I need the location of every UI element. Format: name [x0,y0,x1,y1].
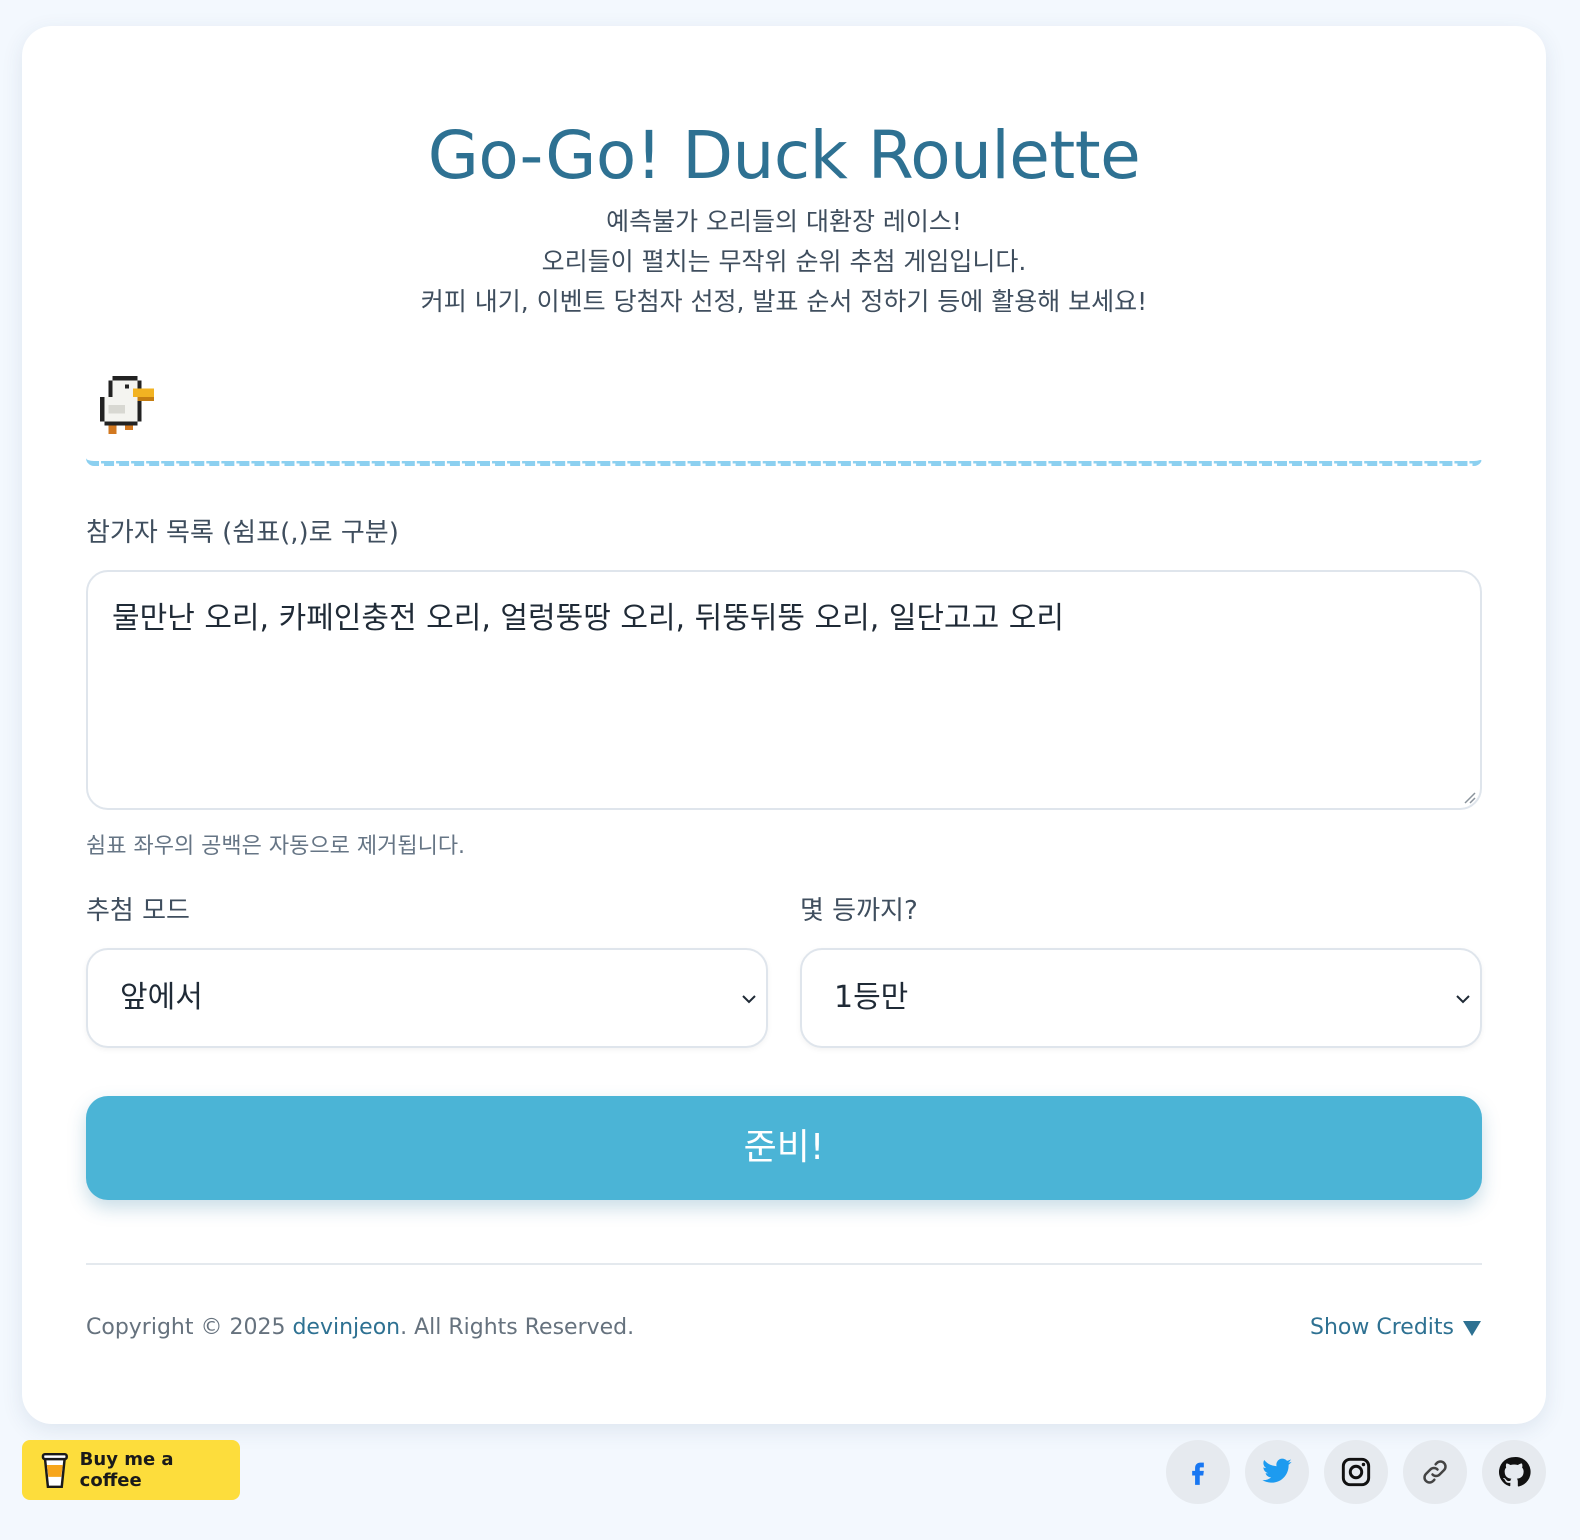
facebook-icon [1192,1462,1204,1485]
triangle-down-icon [1463,1321,1481,1336]
buy-me-a-coffee-button[interactable]: Buy me a coffee [22,1440,240,1500]
participants-value: 물만난 오리, 카페인충전 오리, 얼렁뚱땅 오리, 뒤뚱뒤뚱 오리, 일단고고… [112,601,1064,636]
facebook-button[interactable] [1166,1440,1230,1504]
github-icon [1498,1457,1531,1487]
instagram-button[interactable] [1324,1440,1388,1504]
participants-hint: 쉼표 좌우의 공백은 자동으로 제거됩니다. [86,834,466,859]
show-credits-label: Show Credits [1310,1315,1454,1340]
rank-selected-value: 1등만 [834,980,909,1015]
link-button[interactable] [1403,1440,1467,1504]
chevron-down-icon [1456,995,1470,1004]
subtitle-line: 커피 내기, 이벤트 당첨자 선정, 발표 순서 정하기 등에 활용해 보세요! [420,287,1148,316]
mode-label: 추첨 모드 [86,896,190,926]
twitter-icon [1262,1458,1292,1483]
rank-select[interactable]: 1등만 [800,948,1482,1048]
copyright-suffix: . All Rights Reserved. [400,1315,635,1340]
subtitle-line: 오리들이 펼치는 무작위 순위 추첨 게임입니다. [541,247,1027,276]
page-title: Go-Go! Duck Roulette [427,117,1141,194]
mode-select[interactable]: 앞에서 [86,948,768,1048]
instagram-icon [1341,1457,1371,1487]
race-track [86,458,1482,466]
ready-button[interactable]: 준비! [86,1096,1482,1200]
coffee-cup-icon [41,1452,68,1489]
twitter-button[interactable] [1245,1440,1309,1504]
link-icon [1423,1460,1447,1484]
participants-label: 참가자 목록 (쉼표(,)로 구분) [86,518,399,548]
author-link[interactable]: devinjeon [292,1315,400,1340]
mode-selected-value: 앞에서 [120,980,203,1015]
subtitle-line: 예측불가 오리들의 대환장 레이스! [606,207,962,236]
copyright: Copyright © 2025 devinjeon. All Rights R… [86,1312,634,1344]
buy-me-a-coffee-label: Buy me a coffee [79,1449,174,1491]
github-button[interactable] [1482,1440,1546,1504]
participants-textarea[interactable]: 물만난 오리, 카페인충전 오리, 얼렁뚱땅 오리, 뒤뚱뒤뚱 오리, 일단고고… [86,570,1482,810]
rank-label: 몇 등까지? [800,896,918,926]
copyright-prefix: Copyright © 2025 [86,1315,293,1340]
show-credits-button[interactable]: Show Credits [1310,1312,1482,1344]
main-card: Go-Go! Duck Roulette 예측불가 오리들의 대환장 레이스! … [22,26,1546,1424]
chevron-down-icon [742,995,756,1004]
resize-handle-icon[interactable] [1462,790,1476,804]
duck-icon [100,376,154,434]
divider [86,1263,1482,1265]
page-subtitle: 예측불가 오리들의 대환장 레이스! 오리들이 펼치는 무작위 순위 추첨 게임… [22,202,1546,322]
